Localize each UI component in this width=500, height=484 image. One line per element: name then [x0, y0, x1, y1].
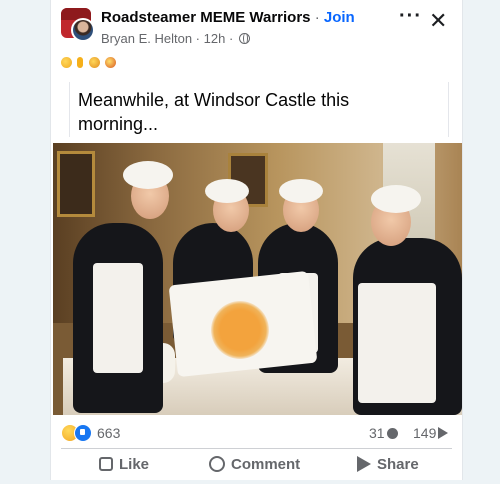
post-header: Roadsteamer MEME Warriors · Join Bryan E… — [51, 0, 462, 80]
meta-separator: · — [195, 31, 201, 46]
like-reaction-icon — [74, 424, 92, 442]
author-link[interactable]: Bryan E. Helton — [101, 31, 192, 46]
meta-separator-2: · — [228, 31, 234, 46]
share-count-icon — [438, 427, 449, 439]
reaction-icons[interactable] — [61, 424, 93, 442]
crying-laughing-emoji-icon — [105, 57, 117, 68]
post-text-box: Meanwhile, at Windsor Castle this mornin… — [69, 82, 449, 137]
post-card: Roadsteamer MEME Warriors · Join Bryan E… — [50, 0, 463, 480]
comment-button[interactable]: Comment — [209, 449, 300, 481]
image-apron-1 — [93, 263, 143, 373]
more-horizontal-icon[interactable]: ··· — [399, 6, 421, 30]
share-count[interactable]: 149 — [413, 425, 449, 441]
hand-emoji-icon — [88, 57, 100, 68]
thumbs-up-icon — [99, 457, 113, 471]
image-apron-4 — [358, 283, 436, 403]
laughing-emoji-icon — [61, 57, 72, 68]
separator-dot: · — [314, 9, 320, 26]
comment-count-icon — [386, 428, 398, 439]
close-icon[interactable]: ✕ — [429, 10, 447, 32]
join-button[interactable]: Join — [324, 9, 355, 26]
comment-count[interactable]: 31 — [369, 425, 398, 441]
like-label: Like — [119, 456, 150, 473]
reactions-bar: 663 31 149 — [51, 418, 462, 448]
post-text: Meanwhile, at Windsor Castle this mornin… — [78, 90, 350, 134]
image-stain — [211, 301, 269, 359]
image-cap-1 — [123, 161, 173, 189]
image-cap-2 — [205, 179, 249, 203]
emoji-row — [61, 55, 117, 71]
reaction-count[interactable]: 663 — [97, 425, 120, 441]
post-timestamp[interactable]: 12h — [204, 31, 226, 46]
finger-emoji-icon — [77, 57, 84, 68]
like-button[interactable]: Like — [99, 449, 149, 481]
share-count-value: 149 — [413, 425, 437, 441]
comment-bubble-icon — [209, 456, 225, 472]
share-label: Share — [377, 456, 419, 473]
share-arrow-icon — [357, 456, 371, 472]
user-avatar-image — [73, 20, 93, 40]
image-cap-4 — [371, 185, 421, 213]
share-button[interactable]: Share — [357, 449, 419, 481]
globe-icon — [238, 33, 250, 44]
image-cap-3 — [279, 179, 323, 203]
comment-label: Comment — [231, 456, 301, 473]
post-meta: Bryan E. Helton · 12h · — [101, 31, 250, 46]
comment-count-value: 31 — [369, 425, 385, 441]
image-painting-left — [57, 151, 95, 217]
group-name-link[interactable]: Roadsteamer MEME Warriors — [101, 9, 311, 26]
user-avatar[interactable] — [71, 18, 95, 42]
action-bar: Like Comment Share — [61, 448, 452, 481]
post-image[interactable] — [53, 143, 462, 415]
group-title: Roadsteamer MEME Warriors · Join — [101, 9, 355, 26]
